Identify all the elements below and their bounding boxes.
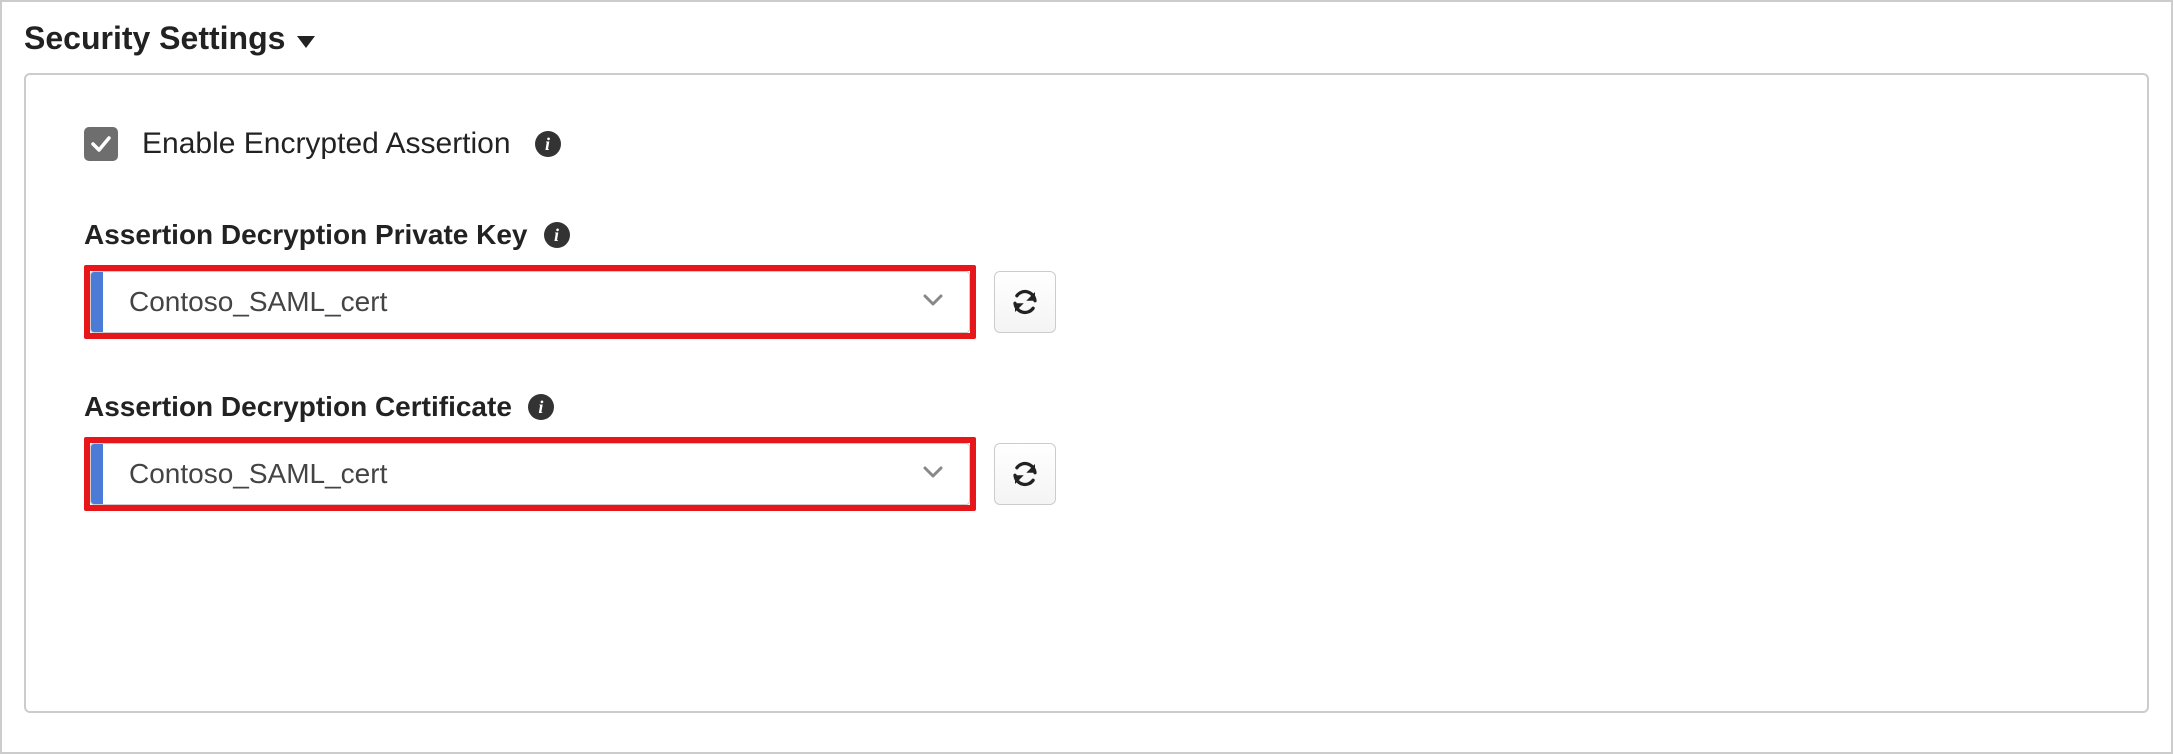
chevron-down-icon [897,288,969,317]
section-title: Security Settings [24,20,285,57]
certificate-select[interactable]: Contoso_SAML_cert [90,443,970,505]
refresh-icon [1010,287,1040,317]
private-key-label-row: Assertion Decryption Private Key i [84,219,2089,251]
info-icon[interactable]: i [535,131,561,157]
certificate-select-row: Contoso_SAML_cert [84,437,2089,511]
enable-encrypted-assertion-checkbox[interactable] [84,127,118,161]
info-icon[interactable]: i [528,394,554,420]
certificate-field-group: Assertion Decryption Certificate i Conto… [84,391,2089,511]
check-icon [89,132,113,156]
chevron-down-icon [297,36,315,48]
enable-encrypted-assertion-label: Enable Encrypted Assertion [142,127,511,161]
private-key-refresh-button[interactable] [994,271,1056,333]
private-key-value: Contoso_SAML_cert [103,286,897,318]
private-key-highlight: Contoso_SAML_cert [84,265,976,339]
chevron-down-icon [897,460,969,489]
info-icon[interactable]: i [544,222,570,248]
private-key-label: Assertion Decryption Private Key [84,219,528,251]
private-key-select-row: Contoso_SAML_cert [84,265,2089,339]
select-accent-bar [91,444,103,504]
certificate-label-row: Assertion Decryption Certificate i [84,391,2089,423]
page-container: Security Settings Enable Encrypted Asser… [0,0,2173,754]
refresh-icon [1010,459,1040,489]
section-header[interactable]: Security Settings [24,20,2149,57]
security-settings-panel: Enable Encrypted Assertion i Assertion D… [24,73,2149,713]
certificate-refresh-button[interactable] [994,443,1056,505]
private-key-select[interactable]: Contoso_SAML_cert [90,271,970,333]
certificate-value: Contoso_SAML_cert [103,458,897,490]
enable-encrypted-assertion-row: Enable Encrypted Assertion i [84,127,2089,161]
private-key-field-group: Assertion Decryption Private Key i Conto… [84,219,2089,339]
certificate-highlight: Contoso_SAML_cert [84,437,976,511]
certificate-label: Assertion Decryption Certificate [84,391,512,423]
select-accent-bar [91,272,103,332]
